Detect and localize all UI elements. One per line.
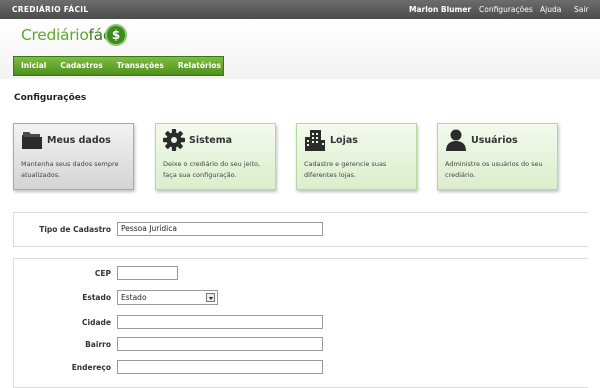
nav-item-cadastros[interactable]: Cadastros	[53, 57, 109, 75]
tipo-cadastro-field[interactable]: Pessoa Jurídica	[117, 222, 323, 236]
card-usuarios[interactable]: Usuários Administre os usuários do seu c…	[437, 123, 558, 190]
card-meus-dados[interactable]: Meus dados Mantenha seus dados sempre at…	[13, 123, 134, 190]
cidade-label: Cidade	[82, 318, 111, 327]
bairro-input[interactable]	[117, 337, 323, 351]
estado-select[interactable]: Estado	[117, 290, 218, 305]
card-title: Usuários	[471, 135, 518, 146]
chevron-down-icon[interactable]	[206, 293, 215, 302]
bairro-label: Bairro	[85, 340, 111, 349]
estado-label: Estado	[82, 293, 111, 302]
user-name[interactable]: Marlon Blumer	[409, 5, 471, 14]
page-title: Configurações	[14, 93, 87, 103]
card-title: Meus dados	[47, 135, 111, 146]
card-sistema[interactable]: Sistema Deixe o crediário do seu jeito, …	[155, 123, 276, 190]
folder-icon	[22, 132, 42, 149]
card-description: Mantenha seus dados sempre atualizados.	[21, 160, 119, 179]
logo-text-part1: Crediário	[21, 26, 89, 44]
card-description: Administre os usuários do seu crediário.	[445, 160, 543, 179]
cidade-input[interactable]	[117, 315, 323, 329]
cep-input[interactable]	[117, 266, 178, 280]
card-description: Cadastre e gerencie suas diferentes loja…	[304, 160, 387, 179]
building-icon	[305, 130, 325, 151]
logout-link[interactable]: Sair	[574, 5, 589, 14]
user-icon	[446, 129, 466, 151]
card-title: Sistema	[189, 135, 233, 146]
main-nav: Inicial Cadastros Transações Relatórios	[13, 56, 224, 76]
card-lojas[interactable]: Lojas Cadastre e gerencie suas diferente…	[296, 123, 417, 190]
app-brand: CREDIÁRIO FÁCIL	[12, 5, 89, 14]
dollar-coin-icon: $	[107, 26, 125, 44]
top-bar: CREDIÁRIO FÁCIL Marlon Blumer Configuraç…	[0, 0, 600, 19]
card-title: Lojas	[330, 135, 358, 146]
settings-link[interactable]: Configurações	[479, 5, 533, 14]
help-link[interactable]: Ajuda	[540, 5, 561, 14]
endereco-input[interactable]	[117, 360, 323, 374]
nav-item-relatorios[interactable]: Relatórios	[171, 57, 228, 75]
nav-item-inicial[interactable]: Inicial	[14, 57, 53, 75]
nav-item-transacoes[interactable]: Transações	[110, 57, 171, 75]
estado-select-value: Estado	[121, 293, 147, 302]
endereco-label: Endereço	[71, 363, 111, 372]
app-logo[interactable]: Crediáriofácil	[21, 26, 119, 44]
card-description: Deixe o crediário do seu jeito, faça sua…	[163, 160, 261, 179]
gear-icon	[163, 129, 185, 151]
cep-label: CEP	[94, 269, 111, 278]
tipo-cadastro-label: Tipo de Cadastro	[39, 225, 111, 234]
